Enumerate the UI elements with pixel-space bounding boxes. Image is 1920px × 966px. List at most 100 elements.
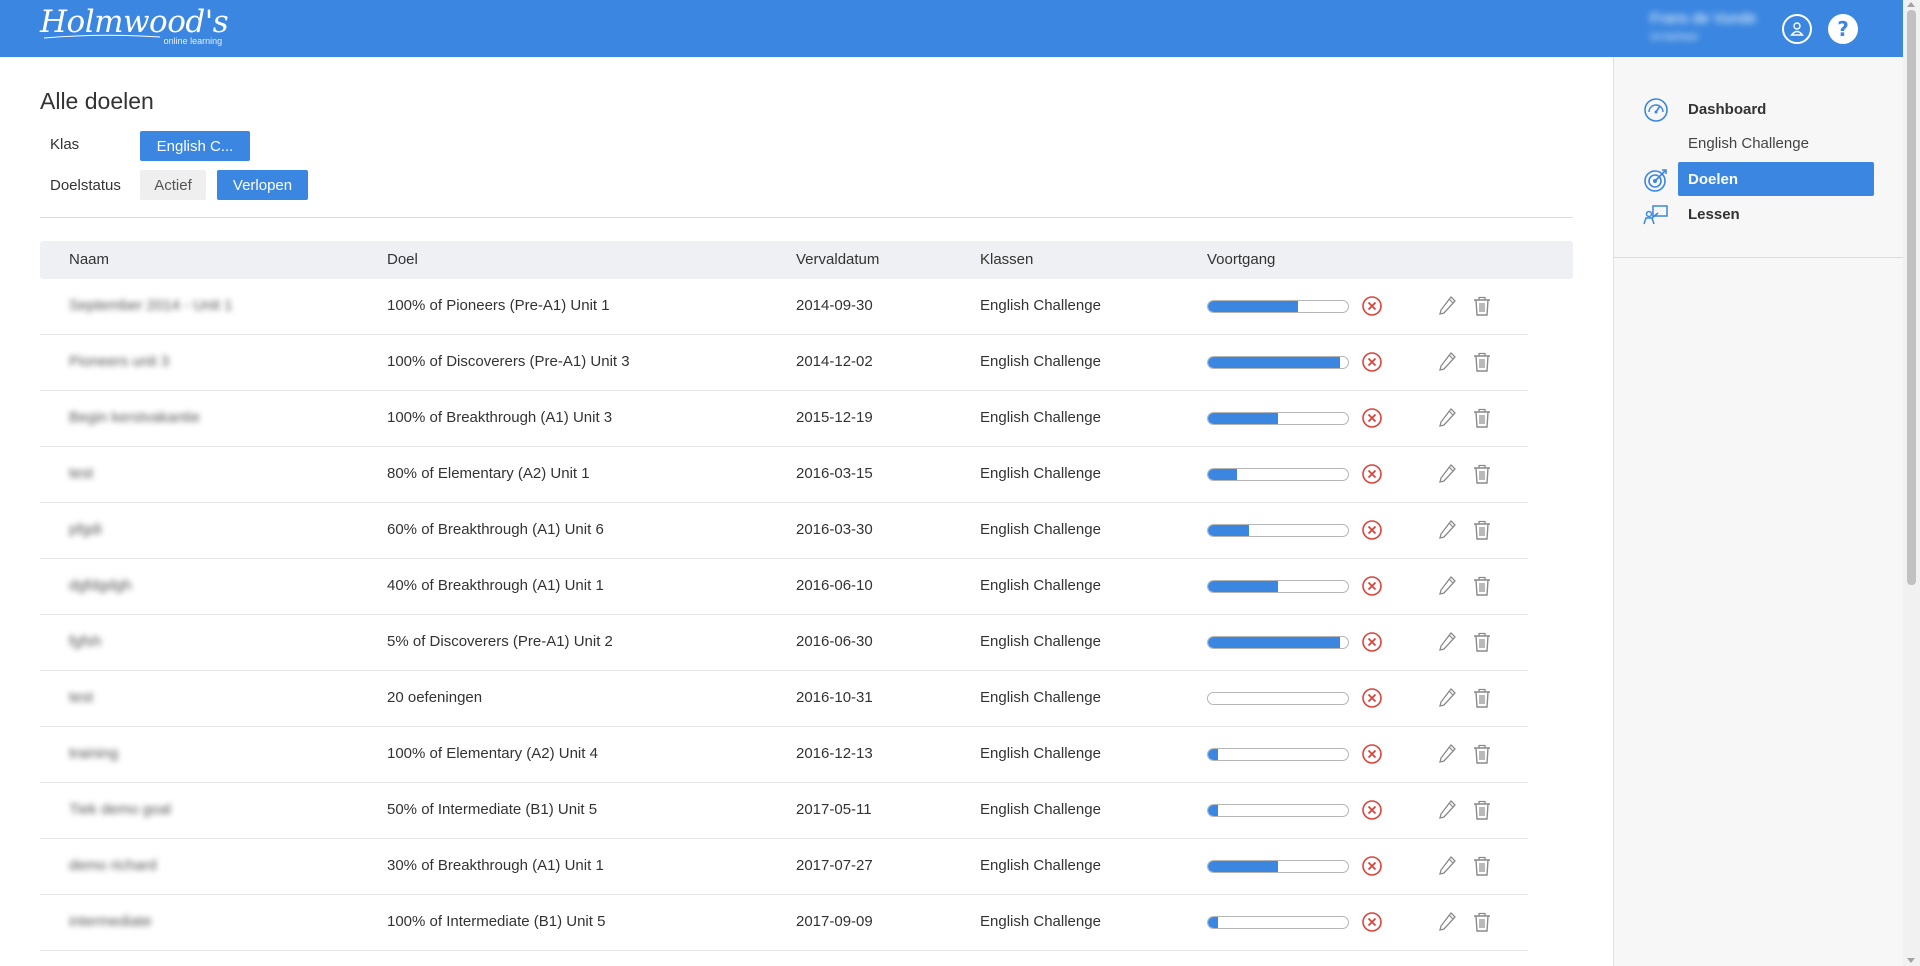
goal-class: English Challenge [980,913,1101,930]
edit-goal-button[interactable] [1435,294,1459,318]
goal-name[interactable]: demo richard [69,857,157,874]
edit-goal-button[interactable] [1435,462,1459,486]
sidebar-item-doelen[interactable]: Doelen [1678,162,1874,196]
delete-goal-button[interactable] [1470,630,1494,654]
goal-due-date: 2016-03-15 [796,465,873,482]
goal-class: English Challenge [980,297,1101,314]
close-circle-icon [1362,912,1382,932]
goal-name[interactable]: pfgdi [69,521,102,538]
cancel-goal-button[interactable] [1360,518,1384,542]
goal-class: English Challenge [980,857,1101,874]
cancel-goal-button[interactable] [1360,630,1384,654]
pencil-icon [1439,856,1456,875]
logo-swoosh-icon [43,34,161,39]
scroll-down-icon[interactable] [1907,958,1915,963]
trash-icon [1474,912,1490,932]
sidebar-item-lessen[interactable]: Lessen [1678,197,1874,231]
delete-goal-button[interactable] [1470,742,1494,766]
goal-due-date: 2015-12-19 [796,409,873,426]
scroll-up-icon[interactable] [1907,2,1915,7]
goal-name[interactable]: test [69,465,93,482]
column-header-doel[interactable]: Doel [387,251,418,268]
edit-goal-button[interactable] [1435,798,1459,822]
holmwoods-logo[interactable]: Holmwood's online learning [40,6,229,46]
goal-target: 100% of Discoverers (Pre-A1) Unit 3 [387,353,630,370]
table-row: test 20 oefeningen 2016-10-31 English Ch… [40,671,1528,727]
cancel-goal-button[interactable] [1360,854,1384,878]
delete-goal-button[interactable] [1470,406,1494,430]
delete-goal-button[interactable] [1470,518,1494,542]
goal-due-date: 2016-03-30 [796,521,873,538]
edit-goal-button[interactable] [1435,854,1459,878]
cancel-goal-button[interactable] [1360,574,1384,598]
scroll-thumb[interactable] [1907,10,1916,585]
top-bar: Holmwood's online learning Frans de Vund… [0,0,1920,57]
goal-target: 30% of Breakthrough (A1) Unit 1 [387,857,604,874]
sidebar-item-dashboard[interactable]: Dashboard [1678,92,1874,126]
goal-name[interactable]: Tiek demo goal [69,801,171,818]
goal-name[interactable]: dgfdgdgh [69,577,132,594]
delete-goal-button[interactable] [1470,854,1494,878]
trash-icon [1474,632,1490,652]
table-row: dgfdgdgh 40% of Breakthrough (A1) Unit 1… [40,559,1528,615]
column-header-klassen[interactable]: Klassen [980,251,1033,268]
goal-name[interactable]: fgfsh [69,633,102,650]
goal-class: English Challenge [980,689,1101,706]
edit-goal-button[interactable] [1435,406,1459,430]
delete-goal-button[interactable] [1470,462,1494,486]
help-button[interactable]: ? [1828,14,1858,44]
cancel-goal-button[interactable] [1360,686,1384,710]
delete-goal-button[interactable] [1470,350,1494,374]
profile-button[interactable] [1782,14,1812,44]
goal-name[interactable]: training [69,745,118,762]
cancel-goal-button[interactable] [1360,294,1384,318]
trash-icon [1474,296,1490,316]
goal-name[interactable]: September 2014 - Unit 1 [69,297,232,314]
column-header-voortgang[interactable]: Voortgang [1207,251,1275,268]
cancel-goal-button[interactable] [1360,742,1384,766]
edit-goal-button[interactable] [1435,686,1459,710]
delete-goal-button[interactable] [1470,294,1494,318]
goal-class: English Challenge [980,745,1101,762]
sidebar-item-english-challenge[interactable]: English Challenge [1688,135,1809,152]
user-icon [1790,22,1804,36]
edit-goal-button[interactable] [1435,742,1459,766]
cancel-goal-button[interactable] [1360,350,1384,374]
table-row: demo richard 30% of Breakthrough (A1) Un… [40,839,1528,895]
cancel-goal-button[interactable] [1360,798,1384,822]
progress-bar [1207,692,1349,705]
progress-bar [1207,412,1349,425]
delete-goal-button[interactable] [1470,798,1494,822]
edit-goal-button[interactable] [1435,518,1459,542]
column-header-naam[interactable]: Naam [69,251,109,268]
cancel-goal-button[interactable] [1360,406,1384,430]
progress-bar [1207,916,1349,929]
cancel-goal-button[interactable] [1360,910,1384,934]
goal-name[interactable]: test [69,689,93,706]
goal-name[interactable]: Pioneers unit 3 [69,353,169,370]
edit-goal-button[interactable] [1435,630,1459,654]
progress-fill [1208,581,1278,592]
edit-goal-button[interactable] [1435,910,1459,934]
column-header-vervaldatum[interactable]: Vervaldatum [796,251,879,268]
goal-class: English Challenge [980,577,1101,594]
delete-goal-button[interactable] [1470,686,1494,710]
klas-select-button[interactable]: English C... [140,131,250,161]
goal-due-date: 2014-12-02 [796,353,873,370]
goal-due-date: 2014-09-30 [796,297,873,314]
goal-class: English Challenge [980,801,1101,818]
pencil-icon [1439,912,1456,931]
delete-goal-button[interactable] [1470,910,1494,934]
status-verlopen-button[interactable]: Verlopen [217,170,308,200]
goal-name[interactable]: intermediate [69,913,152,930]
edit-goal-button[interactable] [1435,574,1459,598]
goal-class: English Challenge [980,521,1101,538]
delete-goal-button[interactable] [1470,574,1494,598]
edit-goal-button[interactable] [1435,350,1459,374]
page-scrollbar[interactable] [1903,0,1920,966]
status-actief-button[interactable]: Actief [140,170,206,200]
table-row: test 80% of Elementary (A2) Unit 1 2016-… [40,447,1528,503]
pencil-icon [1439,352,1456,371]
cancel-goal-button[interactable] [1360,462,1384,486]
goal-name[interactable]: Begin kerstvakantie [69,409,200,426]
